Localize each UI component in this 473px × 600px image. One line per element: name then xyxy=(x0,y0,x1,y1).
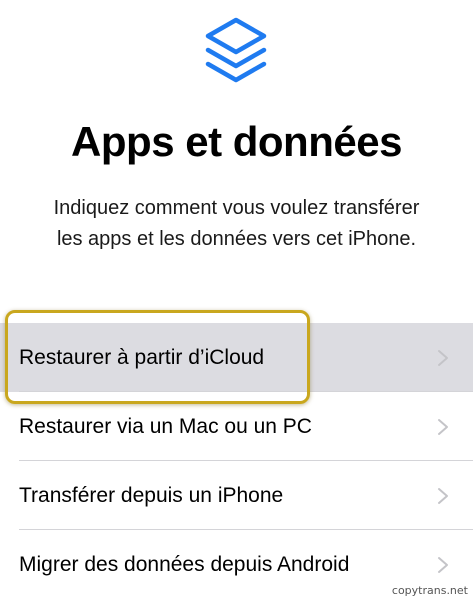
chevron-right-icon xyxy=(438,418,448,435)
option-restore-icloud[interactable]: Restaurer à partir d’iCloud xyxy=(0,323,473,392)
chevron-right-icon xyxy=(438,556,448,573)
page-title: Apps et données xyxy=(71,118,402,165)
chevron-right-icon xyxy=(438,487,448,504)
option-restore-mac-pc[interactable]: Restaurer via un Mac ou un PC xyxy=(0,392,473,461)
subtitle-line: les apps et les données vers cet iPhone. xyxy=(56,228,417,250)
page-subtitle: Indiquez comment vous voulez transférer … xyxy=(0,193,473,255)
watermark: copytrans.net xyxy=(388,584,471,597)
transfer-options-list: Restaurer à partir d’iCloud Restaurer vi… xyxy=(0,323,473,599)
option-label: Restaurer à partir d’iCloud xyxy=(19,345,265,369)
subtitle-line: Indiquez comment vous voulez transférer xyxy=(53,197,420,219)
apps-data-screen: Apps et données Indiquez comment vous vo… xyxy=(0,0,473,600)
stack-layers-icon xyxy=(198,14,274,90)
chevron-right-icon xyxy=(438,349,448,366)
option-transfer-iphone[interactable]: Transférer depuis un iPhone xyxy=(0,461,473,530)
option-label: Transférer depuis un iPhone xyxy=(19,483,284,507)
option-label: Migrer des données depuis Android xyxy=(19,552,350,576)
option-label: Restaurer via un Mac ou un PC xyxy=(19,414,312,438)
